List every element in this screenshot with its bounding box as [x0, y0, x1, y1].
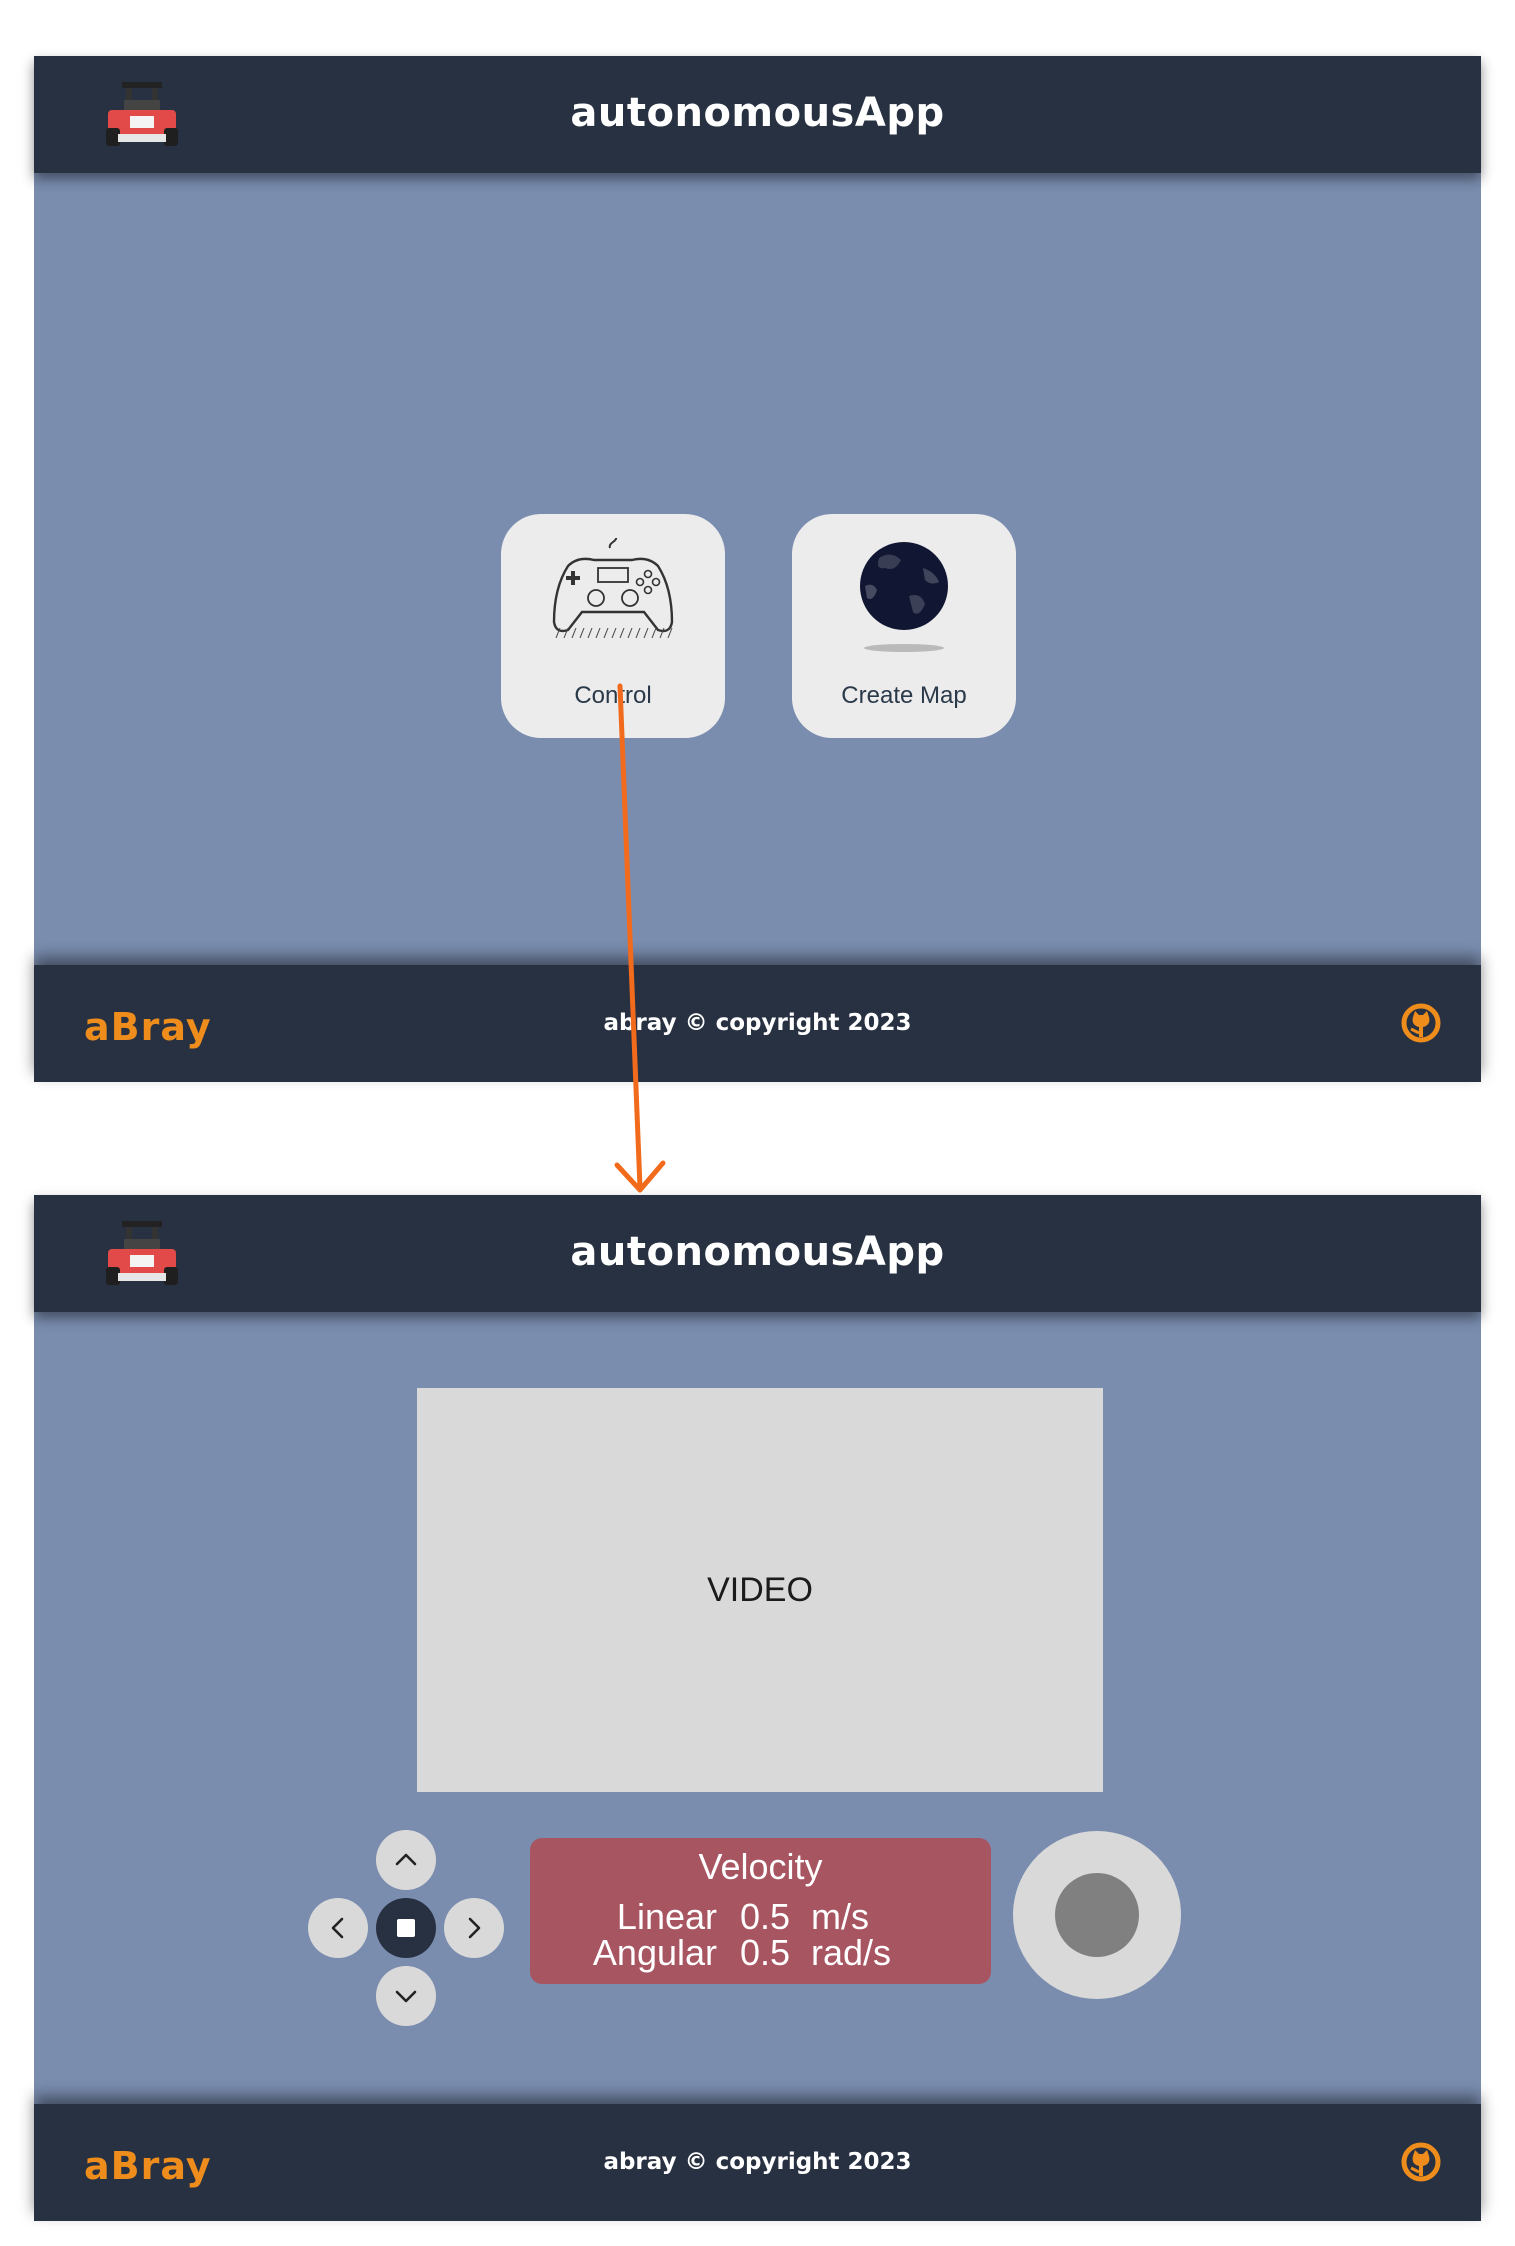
gamepad-icon	[552, 538, 674, 639]
chevron-left-icon	[331, 1917, 344, 1939]
globe-icon	[860, 542, 948, 652]
velocity-panel: Velocity Linear 0.5 m/s Angular 0.5 rad/s	[530, 1838, 991, 1984]
angular-value: 0.5	[739, 1932, 791, 1973]
copyright-text: abray © copyright 2023	[603, 2149, 912, 2175]
home-screen: autonomousApp Control Create Map aBray a…	[34, 56, 1481, 1082]
github-icon[interactable]	[1401, 1003, 1441, 1043]
github-icon[interactable]	[1401, 2142, 1441, 2182]
angular-unit: rad/s	[811, 1932, 892, 1973]
app-header: autonomousApp	[34, 56, 1481, 173]
control-screen: autonomousApp VIDEO Velocity Linear 0.5 …	[34, 1195, 1481, 2221]
stop-icon	[397, 1919, 415, 1937]
create-map-card[interactable]: Create Map	[792, 514, 1016, 738]
move-down-button[interactable]	[376, 1966, 436, 2026]
move-right-button[interactable]	[444, 1898, 504, 1958]
move-up-button[interactable]	[376, 1830, 436, 1890]
video-label: VIDEO	[707, 1570, 813, 1609]
video-feed: VIDEO	[417, 1388, 1103, 1792]
joystick-knob[interactable]	[1055, 1873, 1139, 1957]
app-header: autonomousApp	[34, 1195, 1481, 1312]
app-footer: aBray abray © copyright 2023	[34, 965, 1481, 1082]
chevron-down-icon	[395, 1990, 417, 2003]
app-title: autonomousApp	[570, 90, 945, 136]
stop-button[interactable]	[376, 1898, 436, 1958]
velocity-title: Velocity	[698, 1846, 823, 1887]
move-left-button[interactable]	[308, 1898, 368, 1958]
joystick-base[interactable]	[1013, 1831, 1181, 1999]
chevron-up-icon	[395, 1853, 417, 1866]
angular-velocity-row: Angular 0.5 rad/s	[593, 1932, 895, 1974]
control-card[interactable]: Control	[501, 514, 725, 738]
copyright-text: abray © copyright 2023	[603, 1010, 912, 1036]
control-label: Control	[574, 682, 652, 709]
app-footer: aBray abray © copyright 2023	[34, 2104, 1481, 2221]
angular-label: Angular	[592, 1932, 717, 1973]
app-title: autonomousApp	[570, 1229, 945, 1275]
main-content: VIDEO Velocity Linear 0.5 m/s Angular 0.…	[34, 1312, 1481, 2104]
main-content: Control Create Map	[34, 173, 1481, 965]
chevron-right-icon	[468, 1917, 481, 1939]
create-map-label: Create Map	[841, 682, 967, 709]
